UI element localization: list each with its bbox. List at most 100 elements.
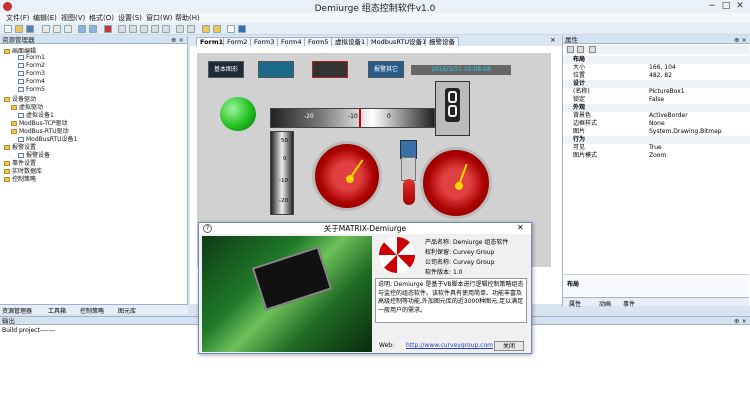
resource-explorer-header: 资源管理器 ⊕ × — [0, 36, 187, 44]
menu-help[interactable]: 帮助(H) — [175, 13, 200, 23]
prop-row[interactable]: 大小 166, 104 — [563, 64, 750, 72]
basic-shapes-button[interactable]: 基本图形 — [208, 61, 244, 78]
run-icon[interactable] — [238, 25, 246, 33]
tree-item-form5[interactable]: Form5 — [18, 86, 45, 93]
tree-label: 控制策略 — [12, 176, 37, 183]
minimize-button[interactable]: − — [706, 1, 718, 11]
properties-header: 属性 ⊕ × — [563, 36, 750, 44]
prop-row[interactable]: 可见 True — [563, 144, 750, 152]
tab-events[interactable]: 事件 — [623, 299, 635, 308]
same-width-icon[interactable] — [176, 25, 184, 33]
tab-control-strategy[interactable]: 控制策略 — [80, 306, 104, 315]
alphabetical-icon[interactable] — [577, 46, 584, 53]
align-top-icon[interactable] — [151, 25, 159, 33]
prop-category[interactable]: 行为 — [563, 136, 750, 144]
properties-panel: 属性 ⊕ × 布局 大小 166, 104 位置 482, 82 设计 (名称) Pic… — [562, 36, 750, 308]
tab-animation[interactable]: 动画 — [599, 299, 611, 308]
panel-pin-icon[interactable]: ⊕ × — [171, 36, 184, 44]
open-icon[interactable] — [15, 25, 23, 33]
home-icon[interactable] — [227, 25, 235, 33]
tab-modbus-rtu-device1[interactable]: ModbusRTU设备1 — [367, 37, 431, 46]
tab-form2[interactable]: Form2 — [223, 37, 252, 46]
document-tabs: Form1 Form2 Form3 Form4 Form5 虚拟设备1 Modb… — [190, 36, 562, 46]
tree-label: Form2 — [26, 62, 45, 69]
tab-form4[interactable]: Form4 — [277, 37, 306, 46]
prop-category[interactable]: 设计 — [563, 80, 750, 88]
dialog-close-button[interactable]: ✕ — [517, 223, 524, 232]
prop-row[interactable]: 边框样式 None — [563, 120, 750, 128]
close-button[interactable]: ✕ — [734, 1, 746, 11]
ruler-label: 0 — [387, 113, 391, 120]
property-description: 布局 — [563, 274, 749, 296]
image-button-3[interactable] — [312, 61, 348, 78]
align-bottom-icon[interactable] — [162, 25, 170, 33]
page-icon — [18, 63, 24, 68]
tab-primitive-library[interactable]: 图元库 — [118, 306, 136, 315]
ruler-label: -10 — [348, 113, 358, 120]
prop-row[interactable]: 背景色 ActiveBorder — [563, 112, 750, 120]
umbrella-logo — [379, 237, 415, 273]
property-pages-icon[interactable] — [589, 46, 596, 53]
close-dialog-button[interactable]: 关闭 — [494, 341, 524, 351]
tree-item-form4[interactable]: Form4 — [18, 78, 45, 85]
tree-item-form3[interactable]: Form3 — [18, 70, 45, 77]
prop-row[interactable]: 图片 System.Drawing.Bitmap — [563, 128, 750, 136]
prop-row[interactable]: (名称) PictureBox1 — [563, 88, 750, 96]
bring-front-icon[interactable] — [202, 25, 210, 33]
paste-icon[interactable] — [64, 25, 72, 33]
alarm-other-button[interactable]: 报警其它 — [368, 61, 404, 78]
tab-form3[interactable]: Form3 — [250, 37, 279, 46]
description-textbox[interactable]: 说明: Demiurge 是基于VB脚本进行逻辑控制策略组态与监控的组态软件。该… — [375, 278, 527, 323]
menu-file[interactable]: 文件(F) — [6, 13, 30, 23]
align-right-icon[interactable] — [140, 25, 148, 33]
tab-toolbox[interactable]: 工具箱 — [48, 306, 66, 315]
menu-edit[interactable]: 编辑(E) — [33, 13, 57, 23]
page-icon — [18, 87, 24, 92]
redo-icon[interactable] — [89, 25, 97, 33]
prop-category[interactable]: 布局 — [563, 56, 750, 64]
tree-item-form1[interactable]: Form1 — [18, 54, 45, 61]
page-icon — [18, 71, 24, 76]
panel-pin-icon[interactable]: ⊕ × — [734, 317, 747, 325]
menu-format[interactable]: 格式(O) — [89, 13, 114, 23]
close-tab-icon[interactable]: × — [550, 36, 556, 44]
categorized-icon[interactable] — [567, 46, 574, 53]
tree-label: Form3 — [26, 70, 45, 77]
menu-view[interactable]: 视图(V) — [61, 13, 85, 23]
ruler-label: 0 — [283, 156, 287, 162]
toggle-switch[interactable] — [401, 157, 416, 181]
menu-settings[interactable]: 设置(S) — [118, 13, 142, 23]
prop-row[interactable]: 锁定 False — [563, 96, 750, 104]
prop-row[interactable]: 位置 482, 82 — [563, 72, 750, 80]
panel-pin-icon[interactable]: ⊕ × — [734, 36, 747, 44]
align-left-icon[interactable] — [118, 25, 126, 33]
folder-icon — [4, 145, 10, 150]
delete-icon[interactable] — [104, 25, 112, 33]
tab-resource-explorer[interactable]: 资源管理器 — [2, 306, 32, 315]
prop-category[interactable]: 外观 — [563, 104, 750, 112]
align-center-icon[interactable] — [129, 25, 137, 33]
new-icon[interactable] — [4, 25, 12, 33]
tab-alarm-device[interactable]: 报警设备 — [425, 37, 459, 46]
cut-icon[interactable] — [42, 25, 50, 33]
undo-icon[interactable] — [78, 25, 86, 33]
save-icon[interactable] — [26, 25, 34, 33]
send-back-icon[interactable] — [213, 25, 221, 33]
tab-properties[interactable]: 属性 — [569, 299, 581, 308]
image-button-2[interactable] — [258, 61, 294, 78]
same-height-icon[interactable] — [187, 25, 195, 33]
title-bar: Demiurge 组态控制软件v1.0 − □ ✕ — [0, 0, 750, 14]
tree-item-control-strategy[interactable]: 控制策略 — [4, 174, 36, 183]
ruler-label: -20 — [279, 198, 288, 204]
tree-label: Form5 — [26, 86, 45, 93]
resource-explorer: 资源管理器 ⊕ × 画面编辑 Form1 Form2 Form3 Form4 Fo… — [0, 36, 188, 304]
company-row: 公司名称: Curvey Group — [425, 259, 495, 266]
tab-form5[interactable]: Form5 — [304, 37, 333, 46]
menu-window[interactable]: 窗口(W) — [146, 13, 172, 23]
website-link[interactable]: http://www.curveygroup.com — [406, 342, 493, 349]
tab-virtual-device1[interactable]: 虚拟设备1 — [331, 37, 370, 46]
prop-row[interactable]: 图片模式 Zoom — [563, 152, 750, 160]
maximize-button[interactable]: □ — [720, 1, 732, 11]
tree-item-form2[interactable]: Form2 — [18, 62, 45, 69]
copy-icon[interactable] — [53, 25, 61, 33]
